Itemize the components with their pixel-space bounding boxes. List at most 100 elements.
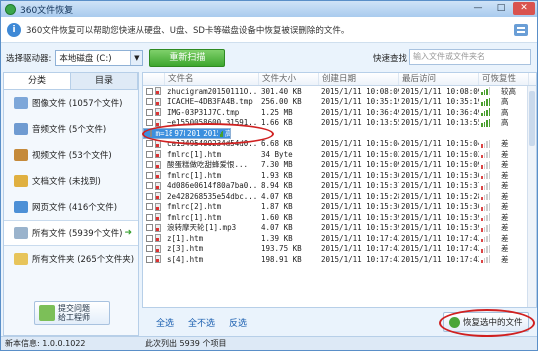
item-count: 此次列出 5939 个项目 — [145, 339, 227, 348]
row-checkbox[interactable] — [146, 87, 153, 95]
cell-filename: IMG-03P31J7C.tmp — [167, 107, 240, 117]
cell-filename: 2e428268535e54dbc... — [167, 191, 258, 201]
search-input[interactable]: 输入文件或文件夹名 — [409, 49, 531, 65]
row-select[interactable] — [143, 202, 165, 211]
sidebar-item-video[interactable]: 视频文件 (53个文件) — [4, 142, 138, 168]
cell-size: 1.25 MB — [261, 107, 293, 117]
sidebar-item-web[interactable]: 网页文件 (416个文件) — [4, 194, 138, 220]
header-recoverability[interactable]: 可恢复性 — [479, 73, 529, 85]
tab-directory[interactable]: 目录 — [71, 73, 138, 89]
sidebar-item-label: 所有文件夹 (265个文件夹) — [32, 254, 135, 265]
feedback-icon — [39, 305, 55, 321]
table-row[interactable]: fmlrc[1].htm 1.60 KB 2015/1/11 10:15:39 201… — [143, 212, 536, 223]
row-select[interactable] — [143, 255, 165, 264]
sidebar-item-label: 文档文件 (未找到) — [32, 176, 101, 187]
sidebar-item-documents[interactable]: 文档文件 (未找到) — [4, 168, 138, 194]
row-checkbox[interactable] — [146, 245, 153, 253]
highlight-ring-selected-row — [142, 123, 274, 145]
table-row[interactable]: 2e428268535e54dbc... 4.07 KB 2015/1/11 10:… — [143, 191, 536, 202]
row-checkbox[interactable] — [146, 119, 153, 127]
tab-category[interactable]: 分类 — [4, 73, 71, 89]
row-select[interactable] — [143, 150, 165, 159]
table-row[interactable]: z[1].htm 1.39 KB 2015/1/11 10:17:43 2015/1/… — [143, 233, 536, 244]
tools-icon[interactable] — [511, 20, 531, 40]
table-row[interactable]: s[4].htm 198.91 KB 2015/1/11 10:17:43 2015/… — [143, 254, 536, 265]
row-select[interactable] — [143, 87, 165, 96]
row-checkbox[interactable] — [146, 98, 153, 106]
header-filename[interactable]: 文件名 — [165, 73, 259, 85]
row-checkbox[interactable] — [146, 140, 153, 148]
table-row[interactable]: IMG-03P31J7C.tmp 1.25 MB 2015/1/11 10:36:4… — [143, 107, 536, 118]
vertical-scrollbar[interactable] — [527, 86, 536, 307]
maximize-button[interactable]: □ — [490, 2, 512, 15]
cell-created: 2015/1/11 10:15:02 — [321, 149, 399, 159]
row-checkbox[interactable] — [146, 182, 153, 190]
row-checkbox[interactable] — [146, 192, 153, 200]
row-checkbox[interactable] — [146, 108, 153, 116]
table-row[interactable]: fmlrc[1].htm 1.93 KB 2015/1/11 10:15:36 201… — [143, 170, 536, 181]
row-checkbox[interactable] — [146, 203, 153, 211]
row-select[interactable] — [143, 181, 165, 190]
signal-icon — [479, 108, 499, 117]
close-button[interactable]: ✕ — [513, 2, 535, 15]
row-select[interactable] — [143, 160, 165, 169]
header-size[interactable]: 文件大小 — [259, 73, 319, 85]
row-checkbox[interactable] — [146, 171, 153, 179]
row-checkbox[interactable] — [146, 224, 153, 232]
file-icon — [155, 192, 161, 201]
cell-size: 4.07 KB — [261, 223, 293, 233]
row-select[interactable] — [143, 108, 165, 117]
rescan-button[interactable]: 重新扫描 — [149, 48, 226, 67]
row-select[interactable] — [143, 97, 165, 106]
invert-selection-link[interactable]: 反选 — [229, 316, 247, 329]
table-row[interactable]: z[3].htm 193.75 KB 2015/1/11 10:17:43 2015/… — [143, 244, 536, 255]
file-icon — [155, 160, 161, 169]
select-none-link[interactable]: 全不选 — [188, 316, 215, 329]
header-accessed[interactable]: 最后访问 — [399, 73, 479, 85]
table-row[interactable]: fmlrc[2].htm 1.87 KB 2015/1/11 10:15:36 201… — [143, 202, 536, 213]
sidebar-item-images[interactable]: 图像文件 (1057个文件) — [4, 90, 138, 116]
table-row[interactable]: 4d086e0614f80a7ba0... 8.94 KB 2015/1/11 10… — [143, 181, 536, 192]
cell-recoverability: 差 — [501, 149, 509, 159]
file-rows: zhucigram20150111O... 301.40 KB 2015/1/11 … — [143, 86, 536, 265]
select-all-link[interactable]: 全选 — [156, 316, 174, 329]
sidebar-item-all-files[interactable]: 所有文件 (5939个文件) ➜ — [4, 220, 138, 246]
row-select[interactable] — [143, 171, 165, 180]
header-created[interactable]: 创建日期 — [319, 73, 399, 85]
search-label: 快速查找 — [372, 53, 407, 64]
row-select[interactable] — [143, 192, 165, 201]
cell-filename: zhucigram20150111O... — [167, 86, 259, 96]
row-checkbox[interactable] — [146, 255, 153, 263]
drive-label: 选择驱动器: — [6, 53, 52, 64]
table-row[interactable]: zhucigram20150111O... 301.40 KB 2015/1/11 … — [143, 86, 536, 97]
row-checkbox[interactable] — [146, 150, 153, 158]
cell-size: 256.00 KB — [261, 97, 302, 107]
cell-accessed: 2015/1/11 10:13:55 — [401, 118, 479, 128]
row-checkbox[interactable] — [146, 213, 153, 221]
chevron-down-icon[interactable]: ▼ — [130, 50, 143, 65]
table-row[interactable]: ICACHE~4DB3FA4B.tmp 256.00 KB 2015/1/11 10… — [143, 97, 536, 108]
row-checkbox[interactable] — [146, 234, 153, 242]
scrollbar-thumb[interactable] — [529, 91, 535, 146]
signal-icon — [479, 213, 499, 222]
cell-filename: 浪转摩天轮[1].mp3 — [167, 223, 237, 233]
sidebar-item-label: 所有文件 (5939个文件) — [32, 229, 123, 239]
row-select[interactable] — [143, 213, 165, 222]
table-row[interactable]: fmlrc[1].htm 34 Byte 2015/1/11 10:15:02 201… — [143, 149, 536, 160]
sidebar-item-all-folders[interactable]: 所有文件夹 (265个文件夹) — [4, 246, 138, 272]
minimize-button[interactable]: — — [467, 2, 489, 15]
sidebar-item-audio[interactable]: 音频文件 (5个文件) — [4, 116, 138, 142]
drive-select[interactable]: 本地磁盘 (C:) ▼ — [55, 49, 144, 66]
table-row[interactable]: 酸蛋糕做吃甜蜂爱恨... 7.30 MB 2015/1/11 10:15:09 201… — [143, 160, 536, 171]
table-row[interactable]: 浪转摩天轮[1].mp3 4.07 KB 2015/1/11 10:15:39 201… — [143, 223, 536, 234]
signal-icon — [479, 87, 499, 96]
file-icon — [155, 223, 161, 232]
cell-accessed: 2015/1/11 10:15:28 — [401, 191, 479, 201]
row-select[interactable] — [143, 244, 165, 253]
row-select[interactable] — [143, 223, 165, 232]
row-select[interactable] — [143, 234, 165, 243]
feedback-button[interactable]: 提交问题 给工程师 — [34, 301, 110, 325]
signal-icon — [479, 139, 499, 148]
row-checkbox[interactable] — [146, 161, 153, 169]
cell-filename: z[3].htm — [167, 244, 204, 254]
